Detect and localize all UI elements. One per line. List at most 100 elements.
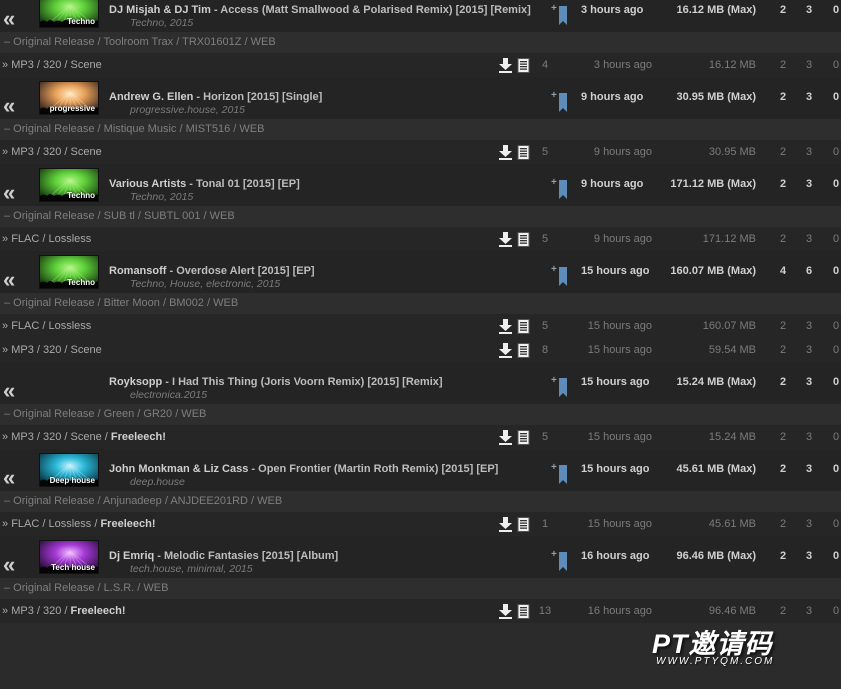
torrent-title-link[interactable]: Romansoff - Overdose Alert [2015] [EP]	[109, 265, 315, 277]
format-label[interactable]: FLAC / Lossless	[11, 233, 91, 245]
release-title[interactable]: - Horizon [2015] [Single]	[193, 91, 322, 103]
bookmark-icon[interactable]	[559, 267, 567, 286]
add-format-icon[interactable]: +	[551, 375, 557, 386]
artist-name[interactable]: Dj Emriq	[109, 550, 154, 562]
edition-row[interactable]: – Original Release / Green / GR20 / WEB	[0, 404, 841, 425]
artist-name[interactable]: John Monkman & Liz Cass	[109, 463, 248, 475]
tag-link[interactable]: progressive.house	[130, 104, 216, 116]
collapse-icon[interactable]: «	[3, 467, 27, 491]
format-label[interactable]: FLAC / Lossless	[11, 320, 91, 332]
format-label[interactable]: MP3 / 320 / Scene	[11, 59, 102, 71]
add-format-icon[interactable]: +	[551, 264, 557, 275]
tag-link[interactable]: Techno	[130, 17, 164, 29]
album-thumbnail[interactable]: Techno	[39, 168, 99, 202]
nfo-icon[interactable]	[517, 604, 530, 619]
tag-link[interactable]: electronica.2015	[130, 389, 207, 401]
torrent-title-link[interactable]: Andrew G. Ellen - Horizon [2015] [Single…	[109, 91, 322, 103]
tag-link[interactable]: Techno	[130, 278, 164, 290]
album-thumbnail[interactable]: Techno	[39, 0, 99, 28]
collapse-icon[interactable]: «	[3, 380, 27, 404]
add-format-icon[interactable]: +	[551, 177, 557, 188]
bookmark-icon[interactable]	[559, 93, 567, 112]
collapse-icon[interactable]: «	[3, 182, 27, 206]
format-link[interactable]: » MP3 / 320 / Scene	[2, 59, 102, 71]
tag-link[interactable]: electronic	[206, 278, 251, 290]
tag-link[interactable]: tech.house	[130, 563, 181, 575]
release-title[interactable]: - Melodic Fantasies [2015] [Album]	[154, 550, 338, 562]
nfo-icon[interactable]	[517, 232, 530, 247]
album-thumbnail[interactable]: progressive	[39, 81, 99, 115]
artist-name[interactable]: Various Artists	[109, 178, 186, 190]
tag-link[interactable]: 2015	[170, 191, 193, 203]
tag-link[interactable]: 2015	[229, 563, 252, 575]
format-link[interactable]: » MP3 / 320 / Freeleech!	[2, 605, 126, 617]
format-label[interactable]: MP3 / 320 / Scene /	[11, 431, 111, 443]
edition-row[interactable]: – Original Release / Anjunadeep / ANJDEE…	[0, 491, 841, 512]
artist-name[interactable]: Royksopp	[109, 376, 162, 388]
tag-link[interactable]: minimal	[187, 563, 223, 575]
edition-row[interactable]: – Original Release / Bitter Moon / BM002…	[0, 293, 841, 314]
nfo-icon[interactable]	[517, 430, 530, 445]
format-link[interactable]: » MP3 / 320 / Scene / Freeleech!	[2, 431, 166, 443]
format-label[interactable]: MP3 / 320 / Scene	[11, 146, 102, 158]
bookmark-icon[interactable]	[559, 6, 567, 25]
tag-link[interactable]: 2015	[170, 17, 193, 29]
format-label[interactable]: MP3 / 320 / Scene	[11, 344, 102, 356]
nfo-icon[interactable]	[517, 517, 530, 532]
tag-link[interactable]: 2015	[222, 104, 245, 116]
collapse-icon[interactable]: «	[3, 269, 27, 293]
tag-link[interactable]: 2015	[257, 278, 280, 290]
add-format-icon[interactable]: +	[551, 462, 557, 473]
edition-row[interactable]: – Original Release / L.S.R. / WEB	[0, 578, 841, 599]
torrent-title-link[interactable]: Dj Emriq - Melodic Fantasies [2015] [Alb…	[109, 550, 338, 562]
download-icon[interactable]	[499, 58, 512, 73]
release-title[interactable]: - I Had This Thing (Joris Voorn Remix) […	[162, 376, 442, 388]
format-link[interactable]: » FLAC / Lossless	[2, 320, 91, 332]
download-icon[interactable]	[499, 604, 512, 619]
torrent-title-link[interactable]: Royksopp - I Had This Thing (Joris Voorn…	[109, 376, 443, 388]
torrent-title-link[interactable]: DJ Misjah & DJ Tim - Access (Matt Smallw…	[109, 4, 531, 16]
download-icon[interactable]	[499, 319, 512, 334]
download-icon[interactable]	[499, 343, 512, 358]
bookmark-icon[interactable]	[559, 180, 567, 199]
format-link[interactable]: » FLAC / Lossless	[2, 233, 91, 245]
tag-link[interactable]: deep.house	[130, 476, 185, 488]
album-thumbnail[interactable]: Deep house	[39, 453, 99, 487]
download-icon[interactable]	[499, 430, 512, 445]
collapse-icon[interactable]: «	[3, 8, 27, 32]
release-title[interactable]: - Tonal 01 [2015] [EP]	[186, 178, 299, 190]
album-thumbnail[interactable]: Techno	[39, 255, 99, 289]
tag-link[interactable]: House	[170, 278, 200, 290]
nfo-icon[interactable]	[517, 319, 530, 334]
format-link[interactable]: » FLAC / Lossless / Freeleech!	[2, 518, 155, 530]
edition-row[interactable]: – Original Release / Mistique Music / MI…	[0, 119, 841, 140]
format-label[interactable]: MP3 / 320 /	[11, 605, 70, 617]
edition-row[interactable]: – Original Release / SUB tl / SUBTL 001 …	[0, 206, 841, 227]
album-thumbnail[interactable]: Tech house	[39, 540, 99, 574]
bookmark-icon[interactable]	[559, 378, 567, 397]
bookmark-icon[interactable]	[559, 465, 567, 484]
download-icon[interactable]	[499, 232, 512, 247]
download-icon[interactable]	[499, 145, 512, 160]
format-link[interactable]: » MP3 / 320 / Scene	[2, 146, 102, 158]
add-format-icon[interactable]: +	[551, 90, 557, 101]
edition-row[interactable]: – Original Release / Toolroom Trax / TRX…	[0, 32, 841, 53]
nfo-icon[interactable]	[517, 145, 530, 160]
bookmark-icon[interactable]	[559, 552, 567, 571]
torrent-title-link[interactable]: Various Artists - Tonal 01 [2015] [EP]	[109, 178, 300, 190]
release-title[interactable]: - Access (Matt Smallwood & Polarised Rem…	[211, 4, 531, 16]
collapse-icon[interactable]: «	[3, 95, 27, 119]
tag-link[interactable]: Techno	[130, 191, 164, 203]
artist-name[interactable]: DJ Misjah & DJ Tim	[109, 4, 211, 16]
format-link[interactable]: » MP3 / 320 / Scene	[2, 344, 102, 356]
artist-name[interactable]: Romansoff	[109, 265, 166, 277]
nfo-icon[interactable]	[517, 343, 530, 358]
nfo-icon[interactable]	[517, 58, 530, 73]
add-format-icon[interactable]: +	[551, 3, 557, 14]
artist-name[interactable]: Andrew G. Ellen	[109, 91, 193, 103]
download-icon[interactable]	[499, 517, 512, 532]
format-label[interactable]: FLAC / Lossless /	[11, 518, 100, 530]
torrent-title-link[interactable]: John Monkman & Liz Cass - Open Frontier …	[109, 463, 498, 475]
collapse-icon[interactable]: «	[3, 554, 27, 578]
add-format-icon[interactable]: +	[551, 549, 557, 560]
